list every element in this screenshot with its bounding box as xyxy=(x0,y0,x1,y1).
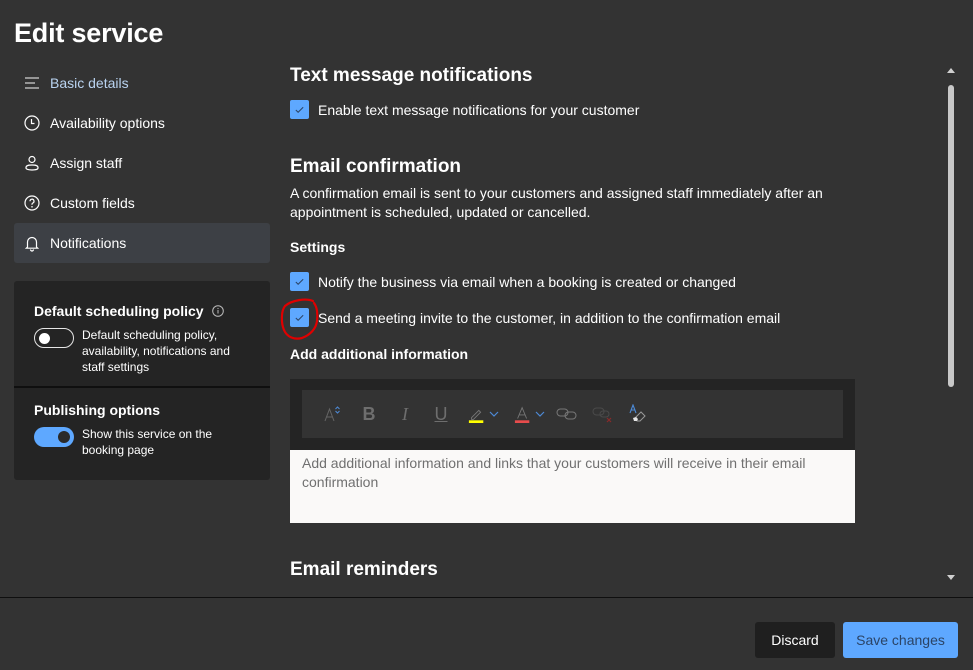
invite-checkbox-row[interactable]: Send a meeting invite to the customer, i… xyxy=(290,308,780,327)
additional-info-label: Add additional information xyxy=(290,346,469,362)
sidebar-nav: Basic details Availability options Assig… xyxy=(14,63,270,263)
bold-icon[interactable]: B xyxy=(360,402,378,426)
chevron-down-icon[interactable] xyxy=(534,408,546,420)
sms-checkbox-row[interactable]: Enable text message notifications for yo… xyxy=(290,100,639,119)
nav-item-label: Basic details xyxy=(50,75,129,91)
editor-toolbar: B I U xyxy=(302,390,843,438)
person-icon xyxy=(23,154,41,172)
link-icon[interactable] xyxy=(556,402,578,426)
settings-label: Settings xyxy=(290,239,346,255)
clear-format-icon[interactable] xyxy=(628,402,648,426)
list-lines-icon xyxy=(23,74,41,92)
sms-checkbox[interactable] xyxy=(290,100,309,119)
font-color-icon[interactable] xyxy=(514,402,546,426)
notify-checkbox-row[interactable]: Notify the business via email when a boo… xyxy=(290,272,736,291)
question-circle-icon xyxy=(23,194,41,212)
bell-icon xyxy=(23,234,41,252)
email-confirmation-title: Email confirmation xyxy=(290,156,462,177)
info-icon[interactable] xyxy=(211,305,224,317)
nav-item-assign-staff[interactable]: Assign staff xyxy=(14,143,270,183)
default-policy-section: Default scheduling policy Default schedu… xyxy=(14,281,270,388)
default-policy-description: Default scheduling policy, availability,… xyxy=(82,328,230,374)
footer-divider xyxy=(0,597,973,598)
rich-text-editor: B I U Add additional information and lin… xyxy=(290,379,855,523)
scrollbar-thumb[interactable] xyxy=(948,85,954,387)
nav-item-label: Notifications xyxy=(50,235,127,251)
nav-item-notifications[interactable]: Notifications xyxy=(14,223,270,263)
save-changes-button[interactable]: Save changes xyxy=(843,622,958,658)
checkmark-icon xyxy=(295,106,304,113)
additional-info-editor[interactable]: Add additional information and links tha… xyxy=(290,450,855,523)
notify-business-label: Notify the business via email when a boo… xyxy=(318,273,736,290)
policy-card: Default scheduling policy Default schedu… xyxy=(14,281,270,480)
email-confirmation-description: A confirmation email is sent to your cus… xyxy=(290,185,823,220)
unlink-icon[interactable] xyxy=(592,402,614,426)
sms-checkbox-label: Enable text message notifications for yo… xyxy=(318,101,640,118)
font-size-icon[interactable] xyxy=(322,402,342,426)
default-policy-title: Default scheduling policy xyxy=(34,303,204,319)
scroll-up-arrow-icon[interactable] xyxy=(946,67,956,73)
chevron-down-icon[interactable] xyxy=(488,408,500,420)
red-circle-annotation xyxy=(280,298,319,340)
italic-icon[interactable]: I xyxy=(396,402,414,426)
scroll-down-arrow-icon[interactable] xyxy=(946,575,956,581)
nav-item-basic-details[interactable]: Basic details xyxy=(14,63,270,103)
publishing-toggle[interactable] xyxy=(34,427,74,447)
nav-item-label: Custom fields xyxy=(50,195,135,211)
checkmark-icon xyxy=(295,278,304,285)
notify-business-checkbox[interactable] xyxy=(290,272,309,291)
publishing-description: Show this service on the booking page xyxy=(82,427,213,457)
page-title: Edit service xyxy=(14,18,164,48)
highlight-icon[interactable] xyxy=(468,402,500,426)
nav-item-label: Assign staff xyxy=(50,155,123,171)
underline-icon[interactable]: U xyxy=(432,402,450,426)
default-policy-toggle[interactable] xyxy=(34,328,74,348)
email-reminders-title: Email reminders xyxy=(290,559,438,580)
meeting-invite-label: Send a meeting invite to the customer, i… xyxy=(318,309,781,326)
discard-button[interactable]: Discard xyxy=(755,622,835,658)
nav-item-custom-fields[interactable]: Custom fields xyxy=(14,183,270,223)
publishing-options-section: Publishing options Show this service on … xyxy=(14,388,270,458)
nav-item-label: Availability options xyxy=(50,115,165,131)
sms-section-title: Text message notifications xyxy=(290,65,533,86)
clock-icon xyxy=(23,114,41,132)
publishing-options-title: Publishing options xyxy=(34,402,160,418)
nav-item-availability-options[interactable]: Availability options xyxy=(14,103,270,143)
